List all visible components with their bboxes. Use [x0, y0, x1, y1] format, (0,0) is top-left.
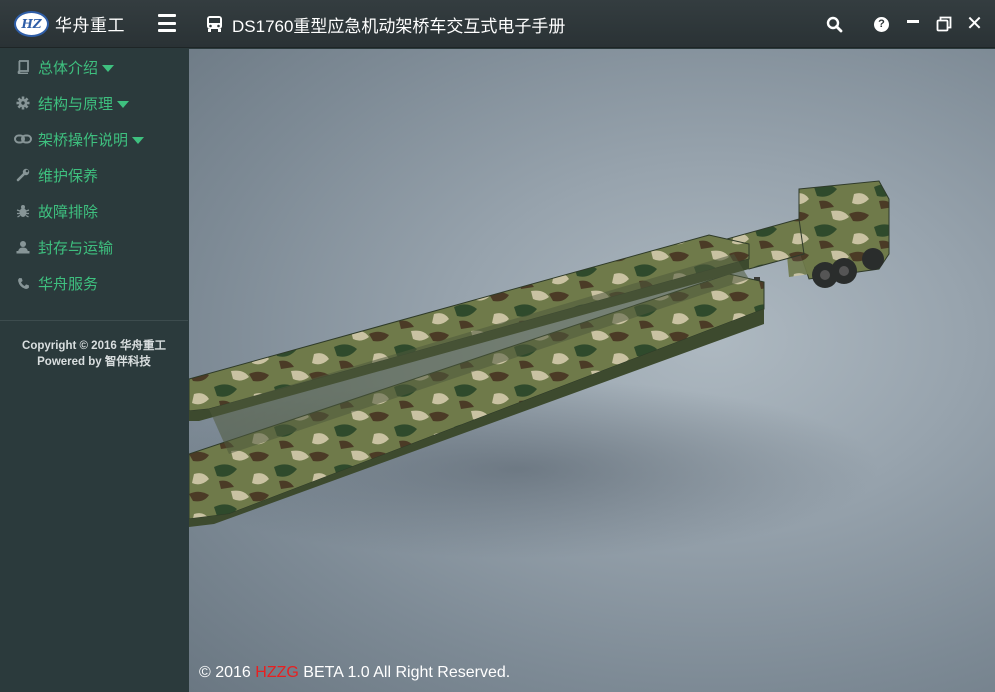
sidebar-item-operation[interactable]: 架桥操作说明 [0, 121, 188, 157]
search-button[interactable] [826, 16, 843, 33]
minimize-button[interactable] [904, 16, 921, 33]
main-content: © 2016 HZZG BETA 1.0 All Right Reserved. [189, 49, 995, 692]
hamburger-icon-line [158, 29, 176, 32]
sidebar-item-label: 华舟服务 [38, 275, 99, 293]
sidebar-item-service[interactable]: 华舟服务 [0, 265, 188, 301]
brand-name: 华舟重工 [55, 16, 125, 35]
sidebar-item-storage-transport[interactable]: 封存与运输 [0, 229, 188, 265]
sidebar-item-label: 架桥操作说明 [38, 131, 129, 149]
restore-icon [936, 16, 951, 32]
help-button[interactable]: ? [873, 16, 890, 33]
close-button[interactable]: ✕ [966, 12, 983, 35]
bus-icon [207, 16, 222, 32]
search-icon [826, 16, 843, 32]
window-controls: ? ✕ [826, 0, 983, 48]
copyright-line: Copyright © 2016 华舟重工 [22, 340, 166, 352]
footer-prefix: © 2016 [199, 664, 256, 681]
company-logo: HZ [14, 10, 49, 37]
footer-brand-highlight: HZZG [255, 664, 299, 681]
page-title: DS1760重型应急机动架桥车交互式电子手册 [232, 16, 566, 36]
wrench-icon [14, 167, 32, 183]
close-icon: ✕ [966, 12, 983, 35]
sidebar-item-troubleshooting[interactable]: 故障排除 [0, 193, 188, 229]
hamburger-icon-line [158, 14, 176, 17]
phone-icon [14, 275, 32, 291]
hamburger-icon-line [158, 21, 176, 25]
sidebar-item-overview[interactable]: 总体介绍 [0, 49, 188, 85]
sidebar-item-label: 结构与原理 [38, 95, 114, 113]
sidebar-item-structure[interactable]: 结构与原理 [0, 85, 188, 121]
sidebar-item-label: 维护保养 [38, 167, 99, 185]
sidebar-divider [0, 320, 188, 321]
link-icon [14, 131, 32, 147]
help-icon: ? [874, 16, 889, 32]
bridge-vehicle-image [189, 180, 890, 559]
top-bar: HZ 华舟重工 DS1760重型应急机动架桥车交互式电子手册 ? ✕ [0, 0, 995, 48]
sidebar-item-maintenance[interactable]: 维护保养 [0, 157, 188, 193]
caret-down-icon [132, 136, 145, 144]
logo-text: HZ [21, 16, 42, 31]
archive-icon [14, 239, 32, 255]
caret-down-icon [117, 100, 130, 108]
menu-toggle-button[interactable] [158, 14, 176, 32]
gear-icon [14, 95, 32, 111]
restore-button[interactable] [935, 16, 952, 33]
powered-by-line: Powered by 智伴科技 [37, 356, 151, 368]
title-area: DS1760重型应急机动架桥车交互式电子手册 [206, 0, 565, 48]
sidebar-item-label: 故障排除 [38, 203, 99, 221]
sidebar-item-label: 总体介绍 [38, 59, 99, 77]
footer-suffix: BETA 1.0 All Right Reserved. [298, 664, 511, 681]
bug-icon [14, 203, 32, 219]
caret-down-icon [102, 64, 115, 72]
footer-copyright: © 2016 HZZG BETA 1.0 All Right Reserved. [199, 664, 510, 682]
book-icon [14, 59, 32, 75]
copyright: Copyright © 2016 华舟重工 Powered by 智伴科技 [0, 338, 188, 370]
sidebar-item-label: 封存与运输 [38, 239, 114, 257]
sidebar: 总体介绍 结构与原理 架桥操作说明 维护保养 故障排除 封存与运输 华舟服务 C… [0, 49, 188, 692]
minimize-icon [906, 19, 919, 23]
